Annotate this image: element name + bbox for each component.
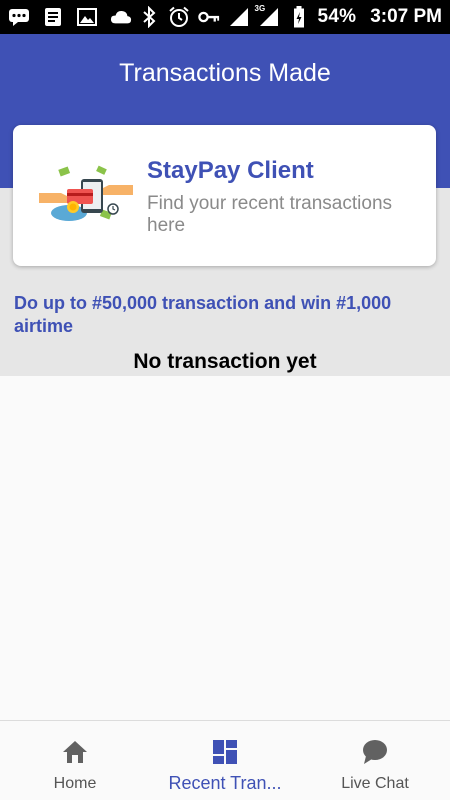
bluetooth-icon <box>138 6 160 28</box>
home-icon <box>60 737 90 767</box>
nav-live-chat-label: Live Chat <box>341 775 409 792</box>
dashboard-icon <box>210 737 240 767</box>
battery-icon <box>288 6 310 28</box>
key-icon <box>197 6 220 28</box>
bottom-navigation: Home Recent Tran... Live Chat <box>0 720 450 800</box>
chat-bubble-icon <box>8 6 30 28</box>
nav-home[interactable]: Home <box>0 721 150 800</box>
nav-live-chat[interactable]: Live Chat <box>300 721 450 800</box>
client-card[interactable]: StayPay Client Find your recent transact… <box>13 125 436 266</box>
nav-recent-transactions[interactable]: Recent Tran... <box>150 721 300 800</box>
battery-percent: 54% <box>317 6 357 27</box>
chat-icon <box>360 737 390 767</box>
signal-icon <box>228 6 250 28</box>
page-title: Transactions Made <box>119 59 331 87</box>
card-title: StayPay Client <box>147 157 314 184</box>
signal-3g-icon: 3G <box>254 4 280 28</box>
cloud-icon <box>110 6 132 28</box>
alarm-icon <box>168 6 190 28</box>
notes-icon <box>42 6 64 28</box>
empty-state-message: No transaction yet <box>133 350 317 373</box>
clock: 3:07 PM <box>370 6 442 27</box>
promo-text: Do up to #50,000 transaction and win #1,… <box>14 293 392 336</box>
nav-home-label: Home <box>53 775 97 792</box>
payment-illustration <box>39 163 133 229</box>
nav-recent-label: Recent Tran... <box>168 773 282 793</box>
status-bar: 3G 54% 3:07 PM <box>0 0 450 34</box>
card-subtitle: Find your recent transactions here <box>147 193 393 236</box>
network-type-label: 3G <box>254 4 266 13</box>
image-icon <box>76 6 98 28</box>
